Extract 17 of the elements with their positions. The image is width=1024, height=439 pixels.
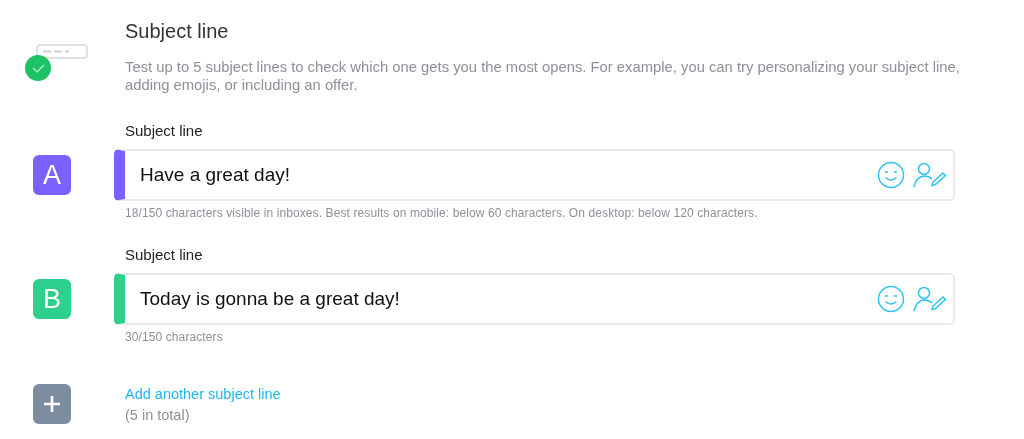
character-count: 30/150 characters xyxy=(125,330,224,344)
person-edit-icon[interactable] xyxy=(913,286,947,312)
subject-input-field[interactable]: Today is gonna be a great day! xyxy=(114,273,955,325)
variant-letter-badge: B xyxy=(33,279,71,319)
total-note: (5 in total) xyxy=(125,407,191,423)
subject-input-field[interactable]: Have a great day! xyxy=(114,149,955,201)
variant-letter-badge: A xyxy=(33,155,71,195)
section-description: Test up to 5 subject lines to check which one gets you the most opens. For example, you can try personalizing your subject line, adding emojis, or including an offer. xyxy=(125,58,961,94)
character-count: 18/150 characters visible in inboxes. Best results on mobile: below 60 characters. On desktop: below 120 characters. xyxy=(125,206,759,220)
field-label: Subject line xyxy=(125,122,204,140)
person-edit-icon[interactable] xyxy=(913,162,947,188)
subject-check-icon xyxy=(25,44,89,82)
add-icon[interactable] xyxy=(33,384,71,424)
section-title: Subject line xyxy=(125,19,230,44)
emoji-icon[interactable] xyxy=(877,161,905,189)
field-label: Subject line xyxy=(125,246,204,264)
emoji-icon[interactable] xyxy=(877,285,905,313)
